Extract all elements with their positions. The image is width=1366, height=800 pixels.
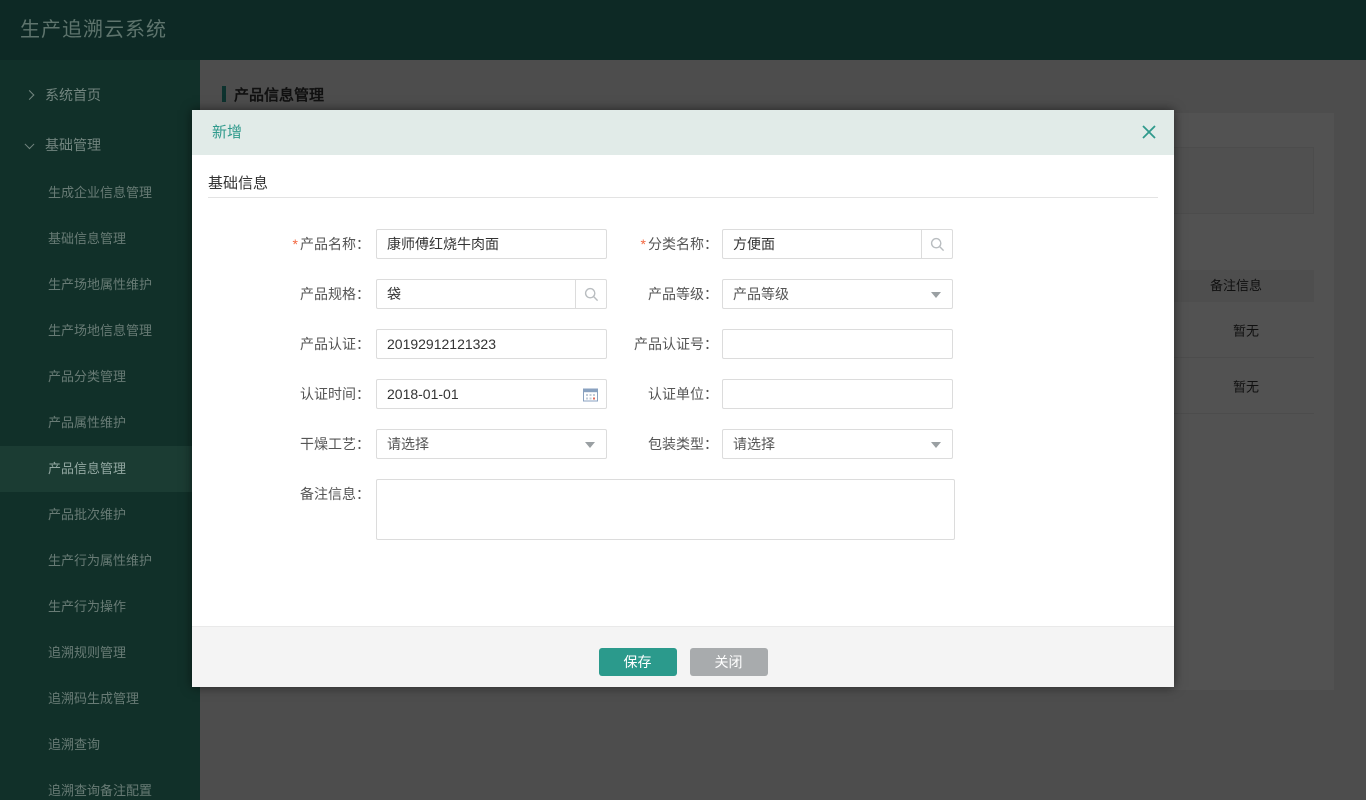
sidebar-subitem[interactable]: 追溯查询 [0,722,200,768]
section-divider [208,197,1158,198]
close-button[interactable]: 关闭 [690,648,768,676]
cert-unit-input[interactable] [722,379,953,409]
save-button[interactable]: 保存 [599,648,677,676]
sidebar-item-home[interactable]: 系统首页 [0,70,200,120]
sidebar-item-label: 基础管理 [45,137,101,153]
remark-textarea[interactable] [376,479,955,540]
sidebar-subitem[interactable]: 追溯查询备注配置 [0,768,200,800]
cert-unit-label: 认证单位： [522,379,718,409]
app-title: 生产追溯云系统 [20,0,167,60]
chevron-down-icon [931,292,941,298]
app-header: 生产追溯云系统 [0,0,1366,60]
product-name-label: *产品名称： [192,229,370,259]
sidebar-subitem[interactable]: 生产场地属性维护 [0,262,200,308]
product-cert-no-label: 产品认证号： [522,329,718,359]
sidebar: 系统首页 基础管理 生成企业信息管理 基础信息管理 生产场地属性维护 生产场地信… [0,60,200,800]
search-icon [930,237,945,252]
sidebar-item-base-mgmt[interactable]: 基础管理 [0,120,200,170]
sidebar-subitem[interactable]: 基础信息管理 [0,216,200,262]
product-grade-select[interactable]: 产品等级 [722,279,953,309]
sidebar-item-label: 系统首页 [45,87,101,103]
add-product-modal: 新增 基础信息 *产品名称： 康师傅红烧牛肉面 *分类名称： 方便面 产品规格：… [192,110,1174,687]
chevron-down-icon [25,139,35,149]
product-cert-label: 产品认证： [192,329,370,359]
drying-process-label: 干燥工艺： [192,429,370,459]
sidebar-subitem[interactable]: 生成企业信息管理 [0,170,200,216]
package-type-select[interactable]: 请选择 [722,429,953,459]
sidebar-subitem[interactable]: 产品属性维护 [0,400,200,446]
product-spec-label: 产品规格： [192,279,370,309]
category-search-button[interactable] [921,230,952,258]
sidebar-subitem[interactable]: 产品批次维护 [0,492,200,538]
close-icon[interactable] [1140,123,1158,141]
category-name-input[interactable]: 方便面 [722,229,953,259]
cert-time-label: 认证时间： [192,379,370,409]
chevron-down-icon [931,442,941,448]
sidebar-subitem[interactable]: 生产场地信息管理 [0,308,200,354]
package-type-label: 包装类型： [522,429,718,459]
sidebar-subitem[interactable]: 生产行为操作 [0,584,200,630]
sidebar-subitem[interactable]: 追溯规则管理 [0,630,200,676]
modal-title: 新增 [212,110,242,155]
product-cert-no-input[interactable] [722,329,953,359]
category-name-label: *分类名称： [522,229,718,259]
modal-header: 新增 [192,110,1174,155]
sidebar-subitem[interactable]: 产品分类管理 [0,354,200,400]
sidebar-subitem-active[interactable]: 产品信息管理 [0,446,200,492]
chevron-right-icon [25,90,35,100]
modal-footer: 保存 关闭 [192,626,1174,687]
sidebar-subitem[interactable]: 生产行为属性维护 [0,538,200,584]
section-title: 基础信息 [208,172,268,193]
product-grade-label: 产品等级： [522,279,718,309]
remark-label: 备注信息： [192,479,370,509]
sidebar-subitem[interactable]: 追溯码生成管理 [0,676,200,722]
